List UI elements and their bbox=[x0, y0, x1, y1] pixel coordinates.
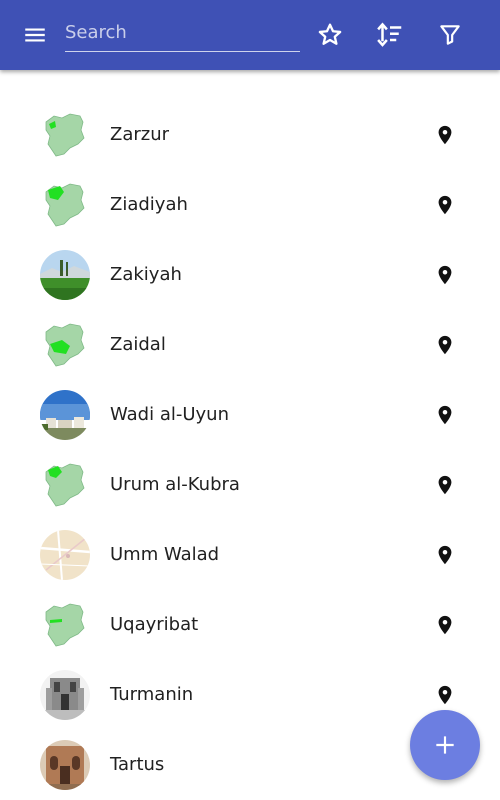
map-syria-highlight-center-line bbox=[40, 600, 90, 650]
location-pin-icon bbox=[438, 125, 452, 145]
place-name: Zaidal bbox=[110, 334, 166, 355]
place-name: Zarzur bbox=[110, 124, 170, 145]
place-name: Wadi al-Uyun bbox=[110, 404, 229, 425]
plus-icon bbox=[436, 736, 454, 754]
list-item[interactable]: Umm Walad bbox=[0, 520, 500, 590]
location-pin-button[interactable] bbox=[432, 682, 458, 708]
place-thumbnail bbox=[40, 600, 90, 650]
place-thumbnail bbox=[40, 250, 90, 300]
location-pin-button[interactable] bbox=[432, 262, 458, 288]
sort-button[interactable] bbox=[365, 10, 415, 60]
street-map bbox=[40, 530, 90, 580]
place-thumbnail bbox=[40, 110, 90, 160]
location-pin-icon bbox=[438, 335, 452, 355]
location-pin-button[interactable] bbox=[432, 402, 458, 428]
location-pin-icon bbox=[438, 195, 452, 215]
location-pin-icon bbox=[438, 405, 452, 425]
list-item[interactable]: Wadi al-Uyun bbox=[0, 380, 500, 450]
place-name: Urum al-Kubra bbox=[110, 474, 240, 495]
filter-icon bbox=[440, 25, 460, 45]
menu-button[interactable] bbox=[10, 10, 60, 60]
location-pin-button[interactable] bbox=[432, 472, 458, 498]
list-item[interactable]: Zaidal bbox=[0, 310, 500, 380]
place-thumbnail bbox=[40, 390, 90, 440]
location-pin-icon bbox=[438, 615, 452, 635]
favorites-button[interactable] bbox=[305, 10, 355, 60]
list-item[interactable]: Uqayribat bbox=[0, 590, 500, 660]
top-app-bar bbox=[0, 0, 500, 70]
location-pin-button[interactable] bbox=[432, 122, 458, 148]
location-pin-button[interactable] bbox=[432, 612, 458, 638]
place-thumbnail bbox=[40, 740, 90, 790]
photo-ruins bbox=[40, 670, 90, 720]
filter-button[interactable] bbox=[425, 10, 475, 60]
map-syria-highlight-center bbox=[40, 320, 90, 370]
list-item[interactable]: Zakiyah bbox=[0, 240, 500, 310]
location-pin-icon bbox=[438, 265, 452, 285]
map-syria-highlight-west bbox=[40, 180, 90, 230]
place-name: Umm Walad bbox=[110, 544, 220, 565]
add-place-button[interactable] bbox=[410, 710, 480, 780]
list-item[interactable]: Zarzur bbox=[0, 100, 500, 170]
location-pin-icon bbox=[438, 685, 452, 705]
place-name: Ziadiyah bbox=[110, 194, 188, 215]
sort-icon bbox=[377, 22, 402, 47]
star-outline-icon bbox=[318, 23, 342, 45]
list-item[interactable]: Urum al-Kubra bbox=[0, 450, 500, 520]
search-input[interactable] bbox=[65, 14, 300, 50]
photo-church bbox=[40, 740, 90, 790]
location-pin-icon bbox=[438, 475, 452, 495]
location-pin-button[interactable] bbox=[432, 542, 458, 568]
place-thumbnail bbox=[40, 530, 90, 580]
photo-town bbox=[40, 390, 90, 440]
place-thumbnail bbox=[40, 180, 90, 230]
places-list: Zarzur Ziadiyah Zakiyah Zaidal Wadi al-U… bbox=[0, 100, 500, 800]
location-pin-button[interactable] bbox=[432, 332, 458, 358]
place-thumbnail bbox=[40, 460, 90, 510]
location-pin-button[interactable] bbox=[432, 192, 458, 218]
place-name: Zakiyah bbox=[110, 264, 182, 285]
place-thumbnail bbox=[40, 320, 90, 370]
place-name: Tartus bbox=[110, 754, 165, 775]
place-name: Turmanin bbox=[110, 684, 194, 705]
hamburger-menu-icon bbox=[25, 28, 45, 42]
photo-landscape bbox=[40, 250, 90, 300]
app-screen: Zarzur Ziadiyah bbox=[0, 0, 500, 800]
map-syria-highlight-northwest bbox=[40, 110, 90, 160]
place-thumbnail bbox=[40, 670, 90, 720]
list-item[interactable]: Ziadiyah bbox=[0, 170, 500, 240]
search-field bbox=[65, 14, 300, 52]
map-syria-highlight-west bbox=[40, 460, 90, 510]
location-pin-icon bbox=[438, 545, 452, 565]
place-name: Uqayribat bbox=[110, 614, 199, 635]
